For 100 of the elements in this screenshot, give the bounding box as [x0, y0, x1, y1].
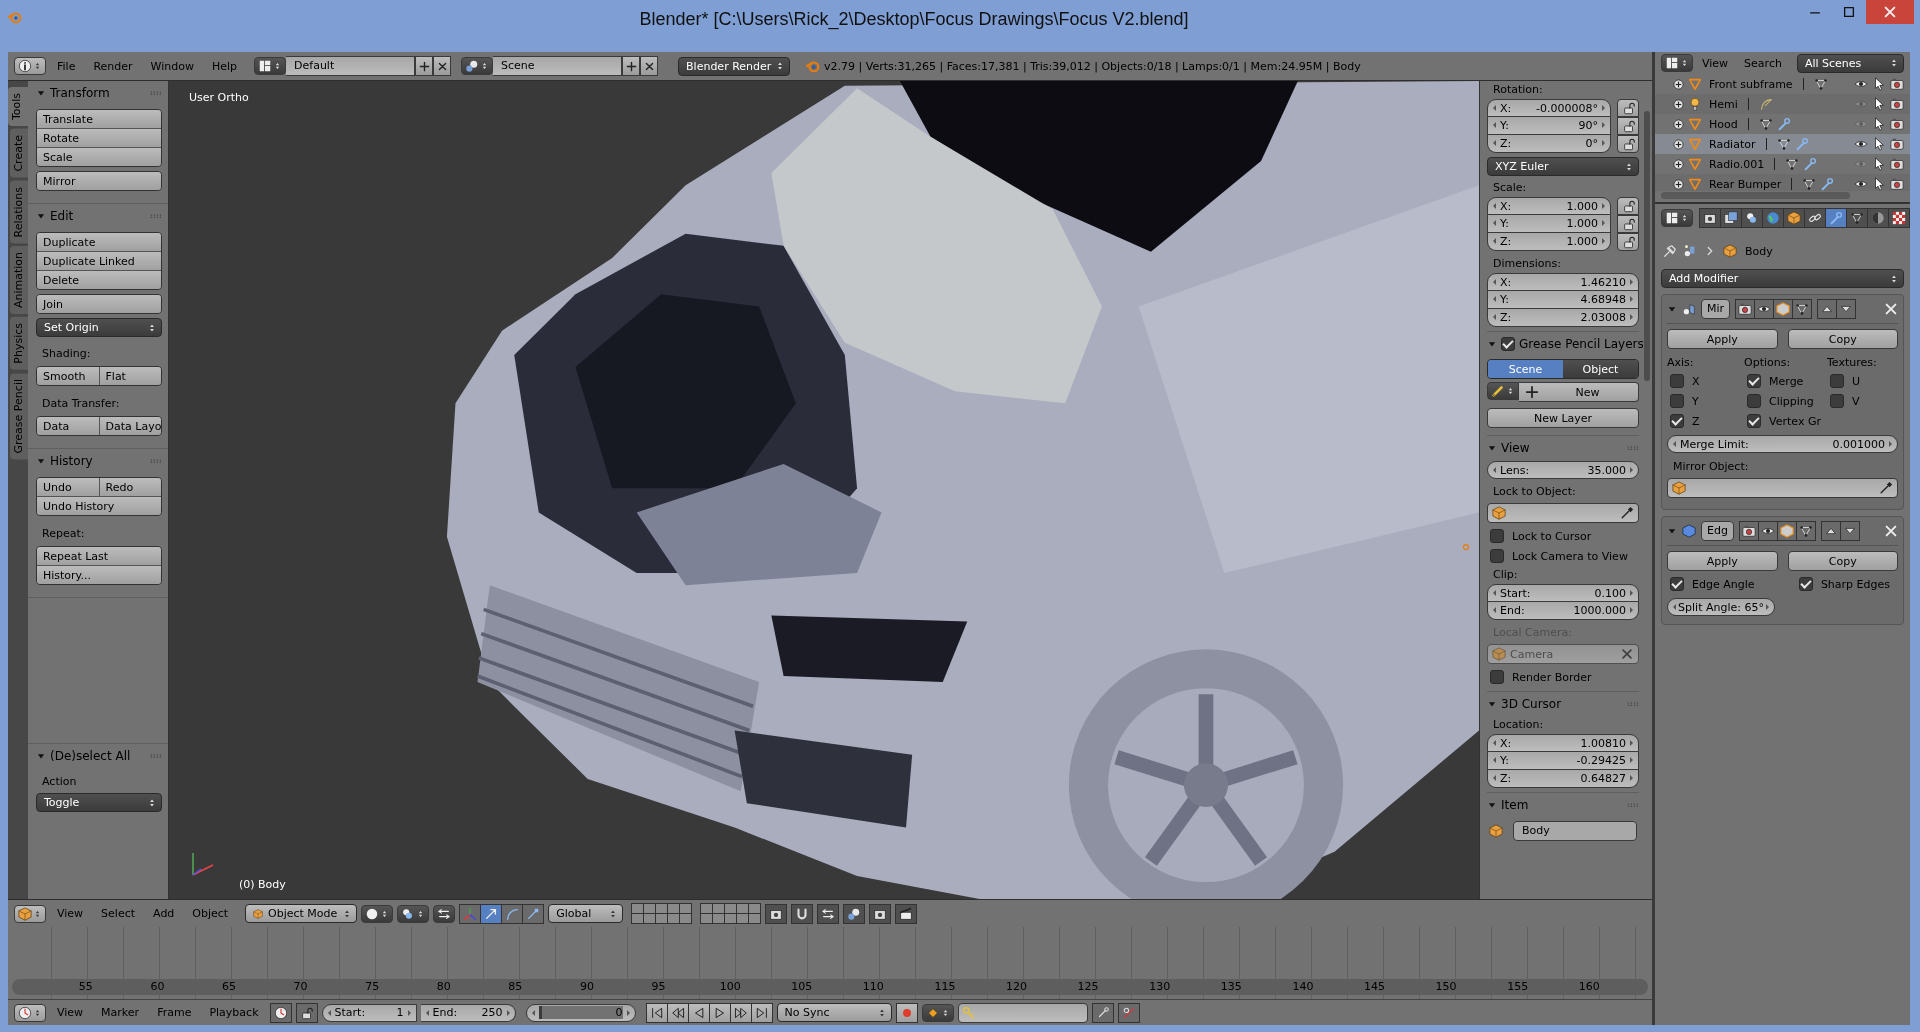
tool-button[interactable]: Rotate: [37, 129, 161, 147]
object-name[interactable]: Hemi: [1709, 97, 1738, 111]
tool-button[interactable]: Repeat Last: [37, 547, 161, 565]
number-field[interactable]: X: -0.000008°: [1487, 99, 1611, 117]
add-modifier-dropdown[interactable]: Add Modifier: [1661, 269, 1904, 288]
layout-field[interactable]: Default: [286, 56, 416, 76]
outliner-row[interactable]: Hemi: [1655, 94, 1910, 114]
end-frame-field[interactable]: End: 250: [420, 1003, 516, 1022]
panel-title[interactable]: History: [50, 454, 146, 468]
tool-button[interactable]: Undo History: [37, 497, 161, 515]
checkbox-label[interactable]: Lock to Cursor: [1512, 529, 1592, 543]
mode-dropdown[interactable]: Object Mode: [245, 904, 358, 923]
copy-button[interactable]: Copy: [1787, 329, 1898, 349]
menu-item[interactable]: File: [50, 59, 83, 73]
tool-button[interactable]: History...: [37, 566, 161, 584]
action-dropdown[interactable]: Toggle: [36, 793, 162, 812]
tool-button[interactable]: Delete: [37, 271, 161, 289]
menu-item[interactable]: Render: [86, 59, 140, 73]
checkbox-label[interactable]: Lock Camera to View: [1512, 549, 1628, 563]
object-name[interactable]: Radio.001: [1709, 157, 1765, 171]
mode-tab[interactable]: Object: [1563, 360, 1638, 378]
modifier-name-field[interactable]: Mir: [1701, 299, 1731, 319]
tool-button[interactable]: Duplicate Linked: [37, 252, 161, 270]
checkbox-label[interactable]: Z: [1692, 414, 1700, 428]
sync-dropdown[interactable]: No Sync: [776, 1003, 892, 1022]
panel-title[interactable]: Grease Pencil Layers: [1519, 337, 1643, 351]
panel-title[interactable]: View: [1501, 441, 1623, 455]
tool-button[interactable]: Mirror: [37, 172, 161, 190]
outliner-row[interactable]: Radiator: [1655, 134, 1910, 154]
menu-item[interactable]: Object: [185, 907, 236, 920]
3d-viewport[interactable]: User Ortho (0) Body: [169, 81, 1479, 899]
number-field[interactable]: Y: 90°: [1487, 117, 1611, 135]
menu-item[interactable]: Window: [143, 59, 201, 73]
start-frame-field[interactable]: Start: 1: [321, 1003, 417, 1022]
number-field[interactable]: Start: 0.100: [1487, 584, 1639, 602]
number-field[interactable]: Y: 1.000: [1487, 215, 1611, 233]
tool-button[interactable]: Join: [37, 295, 161, 313]
object-name[interactable]: Hood: [1709, 117, 1738, 131]
panel-title[interactable]: Item: [1501, 798, 1623, 812]
tool-button[interactable]: Translate: [37, 110, 161, 128]
orientation-dropdown[interactable]: Global: [548, 904, 624, 923]
dropdown[interactable]: Set Origin: [36, 318, 162, 337]
mode-tab[interactable]: Scene: [1488, 360, 1563, 378]
number-field[interactable]: Z: 0°: [1487, 135, 1611, 153]
menu-item[interactable]: Playback: [202, 1006, 266, 1019]
scene-field[interactable]: Scene: [493, 56, 623, 76]
panel-title[interactable]: Edit: [50, 209, 146, 223]
render-engine-dropdown[interactable]: Blender Render: [678, 56, 791, 76]
current-frame-field[interactable]: 0: [525, 1003, 636, 1022]
checkbox-label[interactable]: Y: [1692, 394, 1699, 408]
number-field[interactable]: Z: 2.03008: [1487, 309, 1639, 327]
copy-button[interactable]: Copy: [1787, 551, 1898, 571]
panel-title[interactable]: Transform: [50, 86, 146, 100]
checkbox-label[interactable]: Sharp Edges: [1820, 577, 1890, 591]
menu-item[interactable]: View: [1695, 56, 1736, 70]
checkbox-label[interactable]: V: [1851, 394, 1860, 408]
display-mode-dropdown[interactable]: All Scenes: [1796, 53, 1904, 73]
menu-item[interactable]: Frame: [150, 1006, 199, 1019]
tool-button[interactable]: Data: [37, 417, 99, 435]
checkbox-label[interactable]: Merge: [1769, 374, 1804, 388]
number-field[interactable]: X: 1.46210: [1487, 273, 1639, 291]
panel-title[interactable]: (De)select All: [50, 749, 146, 763]
checkbox-label[interactable]: Clipping: [1769, 394, 1814, 408]
number-field[interactable]: Lens: 35.000: [1487, 461, 1639, 479]
merge-limit-field[interactable]: Merge Limit: 0.001000: [1667, 435, 1898, 453]
split-angle-field[interactable]: Split Angle: 65°: [1667, 598, 1775, 616]
checkbox-label[interactable]: Edge Angle: [1692, 577, 1755, 591]
panel-title[interactable]: 3D Cursor: [1501, 697, 1623, 711]
menu-item[interactable]: Select: [94, 907, 143, 920]
outliner-row[interactable]: Rear Bumper: [1655, 174, 1910, 191]
name-field[interactable]: Body: [1513, 821, 1637, 841]
number-field[interactable]: X: 1.00810: [1487, 734, 1639, 752]
apply-button[interactable]: Apply: [1667, 551, 1778, 571]
menu-item[interactable]: View: [50, 907, 91, 920]
menu-item[interactable]: View: [50, 1006, 91, 1019]
number-field[interactable]: Z: 1.000: [1487, 233, 1611, 251]
object-name[interactable]: Rear Bumper: [1709, 177, 1782, 191]
new-layer-button[interactable]: New Layer: [1487, 408, 1639, 428]
menu-item[interactable]: Search: [1737, 56, 1789, 70]
object-name[interactable]: Radiator: [1709, 137, 1756, 151]
modifier-name-field[interactable]: Edg: [1701, 521, 1734, 541]
number-field[interactable]: Y: -0.29425: [1487, 752, 1639, 770]
object-name[interactable]: Front subframe: [1709, 77, 1793, 91]
tool-button[interactable]: Data Layo: [98, 417, 161, 435]
tool-button[interactable]: Duplicate: [37, 233, 161, 251]
number-field[interactable]: Z: 0.64827: [1487, 770, 1639, 788]
apply-button[interactable]: Apply: [1667, 329, 1778, 349]
menu-item[interactable]: Add: [146, 907, 182, 920]
tool-button[interactable]: Smooth: [37, 367, 99, 385]
new-button[interactable]: New: [1519, 382, 1639, 402]
tool-tab[interactable]: Tools: [8, 87, 28, 127]
number-field[interactable]: Y: 4.68948: [1487, 291, 1639, 309]
tool-button[interactable]: Undo: [37, 478, 99, 496]
checkbox-label[interactable]: Vertex Gr: [1769, 414, 1821, 428]
tool-button[interactable]: Flat: [98, 367, 161, 385]
tool-button[interactable]: Scale: [37, 148, 161, 166]
number-field[interactable]: End: 1000.000: [1487, 602, 1639, 620]
rotation-mode-dropdown[interactable]: XYZ Euler: [1487, 157, 1639, 176]
checkbox-label[interactable]: Render Border: [1512, 670, 1592, 684]
number-field[interactable]: X: 1.000: [1487, 197, 1611, 215]
